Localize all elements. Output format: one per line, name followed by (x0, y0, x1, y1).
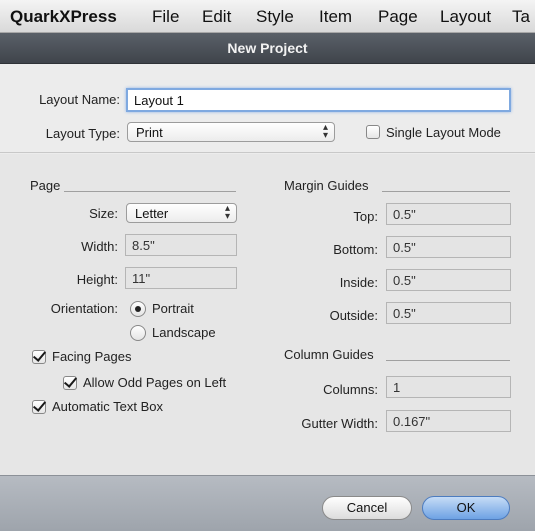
layout-settings-panel: Layout Name: Layout 1 Layout Type: Print… (0, 64, 535, 153)
page-section-rule (64, 191, 236, 192)
menu-layout[interactable]: Layout (440, 7, 491, 27)
cancel-button[interactable]: Cancel (322, 496, 412, 520)
menu-style[interactable]: Style (256, 7, 294, 27)
page-height-field: 11" (125, 267, 237, 289)
margin-top-label: Top: (353, 209, 378, 224)
menu-app-quarkxpress[interactable]: QuarkXPress (10, 7, 117, 27)
margin-outside-label: Outside: (329, 308, 378, 323)
page-section-title: Page (30, 178, 61, 193)
allow-odd-pages-checkbox[interactable] (63, 376, 77, 390)
width-label: Width: (81, 239, 118, 254)
height-label: Height: (76, 272, 118, 287)
margin-inside-field[interactable]: 0.5" (386, 269, 511, 291)
portrait-radio[interactable] (130, 301, 146, 317)
dialog-title-bar: New Project (0, 33, 535, 64)
margin-top-field[interactable]: 0.5" (386, 203, 511, 225)
layout-name-label: Layout Name: (39, 92, 120, 107)
layout-type-select[interactable]: Print ▴ ▾ (127, 122, 335, 142)
margin-guides-rule (382, 191, 510, 192)
columns-field[interactable]: 1 (386, 376, 511, 398)
page-width-field: 8.5" (125, 234, 237, 256)
size-label: Size: (89, 206, 118, 221)
automatic-text-box-checkbox[interactable] (32, 400, 46, 414)
layout-name-input[interactable]: Layout 1 (126, 88, 511, 112)
margin-bottom-field[interactable]: 0.5" (386, 236, 511, 258)
menu-edit[interactable]: Edit (202, 7, 231, 27)
column-guides-section-title: Column Guides (284, 347, 374, 362)
landscape-label: Landscape (152, 325, 216, 340)
menu-item[interactable]: Item (319, 7, 352, 27)
margin-outside-field[interactable]: 0.5" (386, 302, 511, 324)
gutter-width-field[interactable]: 0.167" (386, 410, 511, 432)
page-size-value: Letter (135, 206, 169, 221)
margin-inside-label: Inside: (339, 275, 378, 290)
margin-bottom-label: Bottom: (333, 242, 378, 257)
project-settings-panel: Page Size: Letter ▴ ▾ Width: 8.5" Height:… (0, 154, 535, 475)
landscape-radio[interactable] (130, 325, 146, 341)
column-guides-rule (386, 360, 510, 361)
layout-type-value: Print (136, 125, 163, 140)
portrait-label: Portrait (152, 301, 194, 316)
single-layout-mode-checkbox[interactable] (366, 125, 380, 139)
updown-arrows-icon: ▴ ▾ (322, 122, 328, 141)
updown-arrows-icon: ▴ ▾ (224, 203, 230, 222)
orientation-label: Orientation: (50, 301, 118, 316)
dialog-title: New Project (227, 40, 308, 56)
allow-odd-pages-label: Allow Odd Pages on Left (83, 375, 227, 390)
layout-type-label: Layout Type: (45, 126, 120, 141)
menu-file[interactable]: File (152, 7, 179, 27)
menu-ta[interactable]: Ta (512, 7, 530, 27)
ok-button[interactable]: OK (422, 496, 510, 520)
facing-pages-checkbox[interactable] (32, 350, 46, 364)
automatic-text-box-label: Automatic Text Box (52, 399, 164, 414)
menu-page[interactable]: Page (378, 7, 418, 27)
columns-label: Columns: (323, 382, 378, 397)
page-size-select[interactable]: Letter ▴ ▾ (126, 203, 237, 223)
facing-pages-label: Facing Pages (52, 349, 132, 364)
menu-bar: QuarkXPress File Edit Style Item Page La… (0, 0, 535, 33)
dialog-button-bar: Cancel OK (0, 475, 535, 531)
margin-guides-section-title: Margin Guides (284, 178, 369, 193)
single-layout-mode-label: Single Layout Mode (386, 125, 501, 140)
gutter-width-label: Gutter Width: (301, 416, 378, 431)
